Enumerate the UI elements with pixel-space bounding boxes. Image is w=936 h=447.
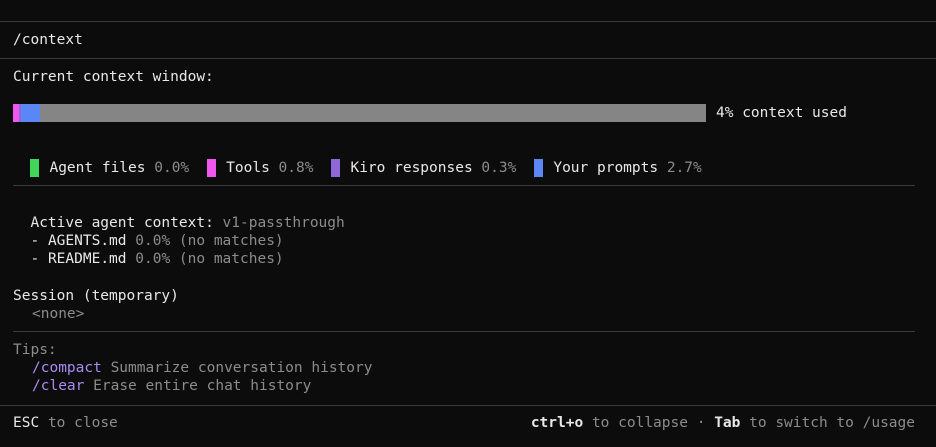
legend-label: Kiro responses — [350, 160, 473, 176]
file-name: README.md — [47, 251, 127, 267]
file-note: (no matches) — [178, 251, 284, 267]
legend-item-agent-files: Agent files 0.0% — [30, 159, 190, 177]
tools-swatch — [207, 159, 217, 177]
your-prompts-swatch — [534, 159, 544, 177]
file-bullet: - — [30, 233, 40, 249]
file-note: (no matches) — [178, 233, 284, 249]
file-name: AGENTS.md — [47, 233, 127, 249]
legend-value: 0.0% — [154, 160, 190, 176]
tip-description: Summarize conversation history — [110, 360, 373, 376]
kiro-responses-swatch — [331, 159, 341, 177]
legend-label: Agent files — [49, 160, 146, 176]
tip-row: /clear Erase entire chat history — [32, 377, 311, 395]
current-window-label: Current context window: — [13, 69, 214, 85]
footer-right: ctrl+o to collapse · Tab to switch to /u… — [531, 414, 915, 432]
context-used-label: 4% context used — [716, 105, 847, 121]
legend-value: 0.3% — [481, 160, 517, 176]
tab-hint: to switch to /usage — [749, 415, 915, 431]
footer-separator: · — [696, 415, 706, 431]
file-value: 0.0% — [135, 233, 171, 249]
legend-label: Your prompts — [553, 160, 659, 176]
tip-command: /compact — [32, 360, 102, 376]
header-divider — [0, 58, 936, 59]
usage-divider — [13, 185, 915, 186]
legend-value: 2.7% — [666, 160, 702, 176]
context-usage-bar — [13, 104, 706, 122]
footer-divider — [0, 405, 936, 406]
agent-files-swatch — [30, 159, 40, 177]
file-value: 0.0% — [135, 251, 171, 267]
agent-file-row: - AGENTS.md 0.0% (no matches) — [13, 232, 284, 250]
footer-left: ESC to close — [13, 414, 118, 432]
agent-context-label: Active agent context: — [30, 215, 214, 231]
tab-key[interactable]: Tab — [714, 415, 740, 431]
legend-label: Tools — [226, 160, 270, 176]
legend-value: 0.8% — [278, 160, 314, 176]
session-value: <none> — [32, 306, 85, 322]
tip-description: Erase entire chat history — [93, 378, 312, 394]
tips-label: Tips: — [13, 342, 57, 358]
active-agent-context: Active agent context: v1-passthrough — [13, 196, 345, 232]
session-divider — [13, 331, 915, 332]
agent-context-name: v1-passthrough — [222, 215, 345, 231]
command-title: /context — [13, 32, 83, 48]
esc-key[interactable]: ESC — [13, 415, 39, 431]
tip-command: /clear — [32, 378, 85, 394]
usage-segment-your-prompts — [21, 104, 40, 122]
collapse-key[interactable]: ctrl+o — [531, 415, 583, 431]
legend-item-tools: Tools 0.8% — [207, 159, 314, 177]
agent-file-row: - README.md 0.0% (no matches) — [13, 250, 284, 268]
tip-row: /compact Summarize conversation history — [32, 359, 372, 377]
file-bullet: - — [30, 251, 40, 267]
legend-item-kiro-responses: Kiro responses 0.3% — [331, 159, 517, 177]
esc-hint: to close — [47, 415, 118, 431]
session-label: Session (temporary) — [13, 288, 179, 304]
usage-legend: Agent files 0.0% Tools 0.8% Kiro responses… — [13, 141, 720, 177]
top-divider — [0, 21, 936, 22]
collapse-hint: to collapse — [591, 415, 688, 431]
legend-item-your-prompts: Your prompts 2.7% — [534, 159, 702, 177]
